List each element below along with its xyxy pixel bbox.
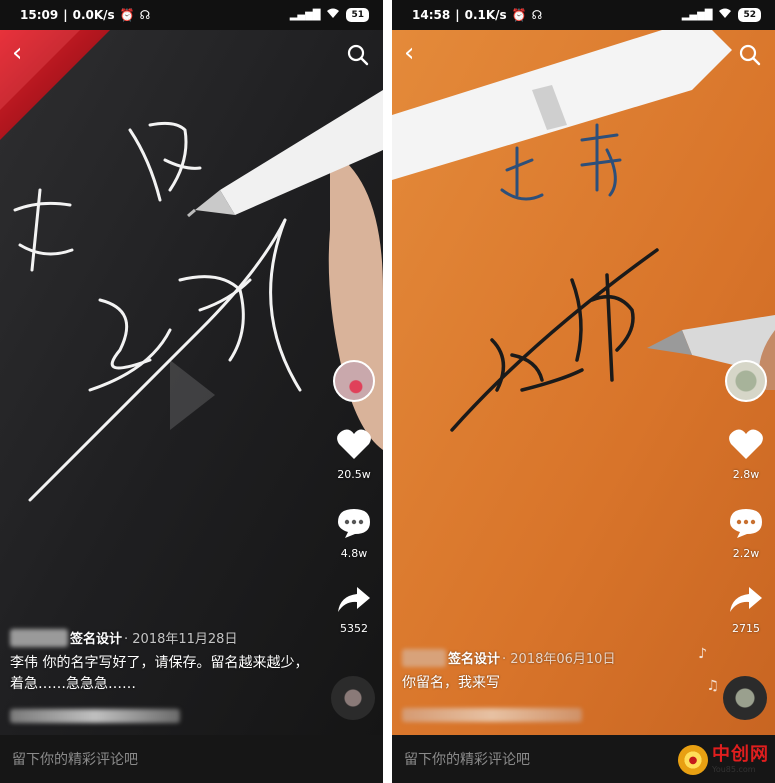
video-player[interactable] — [392, 30, 775, 735]
music-note-icon: ♪ — [698, 646, 707, 662]
share-count: 5352 — [340, 622, 368, 635]
site-watermark: ● 中创网 You85.com — [678, 745, 769, 775]
alarm-icon: ⏰ — [511, 8, 527, 22]
watermark-title: 中创网 — [712, 744, 769, 765]
music-info-blurred[interactable] — [402, 708, 582, 722]
post-date: · 2018年11月28日 — [124, 632, 238, 647]
like-button[interactable]: 2.8w — [728, 428, 764, 481]
wifi-icon — [326, 8, 340, 22]
status-time: 14:58 — [412, 8, 451, 22]
video-description: 李伟 你的名字写好了，请保存。留名越来越少，着急……急急急…… — [10, 655, 309, 692]
author-name-blurred — [402, 648, 446, 667]
chevron-left-icon[interactable]: ‹ — [12, 40, 22, 66]
author-avatar[interactable] — [725, 360, 767, 402]
video-caption: 签名设计 · 2018年11月28日 李伟 你的名字写好了，请保存。留名越来越少… — [10, 628, 321, 723]
comment-input[interactable]: 留下你的精彩评论吧 — [0, 735, 383, 783]
status-network-speed: 0.1K/s — [464, 8, 507, 22]
comment-icon — [729, 507, 763, 543]
signal-icon: ▂▄▆█ — [289, 9, 321, 21]
share-count: 2715 — [732, 622, 760, 635]
status-bar: 15:09 | 0.0K/s ⏰ ☊ ▂▄▆█ 51 — [0, 0, 383, 30]
like-count: 20.5w — [337, 468, 371, 481]
comment-count: 4.8w — [340, 547, 368, 560]
video-description: 你留名，我来写 — [402, 675, 500, 691]
comment-button[interactable]: 2.2w — [729, 507, 763, 560]
chevron-left-icon[interactable]: ‹ — [404, 40, 414, 66]
comment-icon — [337, 507, 371, 543]
like-button[interactable]: 20.5w — [336, 428, 372, 481]
signature-video-frame — [392, 30, 775, 735]
search-icon[interactable] — [347, 44, 369, 70]
share-button[interactable]: 2715 — [729, 586, 763, 635]
headphone-icon: ☊ — [531, 8, 543, 22]
signal-icon: ▂▄▆█ — [681, 9, 713, 21]
music-disc[interactable] — [331, 676, 375, 720]
music-info-blurred[interactable] — [10, 709, 180, 723]
author-name-blurred — [10, 628, 68, 647]
phone-screen-left: 15:09 | 0.0K/s ⏰ ☊ ▂▄▆█ 51 ‹ 20.5w 4.8w … — [0, 0, 383, 783]
battery-indicator: 51 — [346, 8, 369, 22]
status-bar: 14:58 | 0.1K/s ⏰ ☊ ▂▄▆█ 52 — [392, 0, 775, 30]
music-disc[interactable] — [723, 676, 767, 720]
share-button[interactable]: 5352 — [337, 586, 371, 635]
like-count: 2.8w — [732, 468, 760, 481]
alarm-icon: ⏰ — [119, 8, 135, 22]
watermark-logo-icon: ● — [678, 745, 708, 775]
share-arrow-icon — [337, 586, 371, 618]
search-icon[interactable] — [739, 44, 761, 70]
author-avatar[interactable] — [333, 360, 375, 402]
status-time: 15:09 — [20, 8, 59, 22]
author-name[interactable]: 签名设计 — [70, 628, 122, 647]
watermark-url: You85.com — [712, 765, 756, 774]
heart-icon — [336, 428, 372, 464]
post-date: · 2018年06月10日 — [502, 652, 616, 667]
status-network-speed: 0.0K/s — [72, 8, 115, 22]
phone-screen-right: 14:58 | 0.1K/s ⏰ ☊ ▂▄▆█ 52 ‹ 2.8w 2.2w 2… — [392, 0, 775, 783]
music-note-icon: ♫ — [706, 678, 719, 694]
comment-count: 2.2w — [732, 547, 760, 560]
battery-indicator: 52 — [738, 8, 761, 22]
headphone-icon: ☊ — [139, 8, 151, 22]
video-caption: 签名设计 · 2018年06月10日 你留名，我来写 — [402, 648, 713, 722]
heart-icon — [728, 428, 764, 464]
comment-button[interactable]: 4.8w — [337, 507, 371, 560]
author-name[interactable]: 签名设计 — [448, 648, 500, 667]
wifi-icon — [718, 8, 732, 22]
share-arrow-icon — [729, 586, 763, 618]
